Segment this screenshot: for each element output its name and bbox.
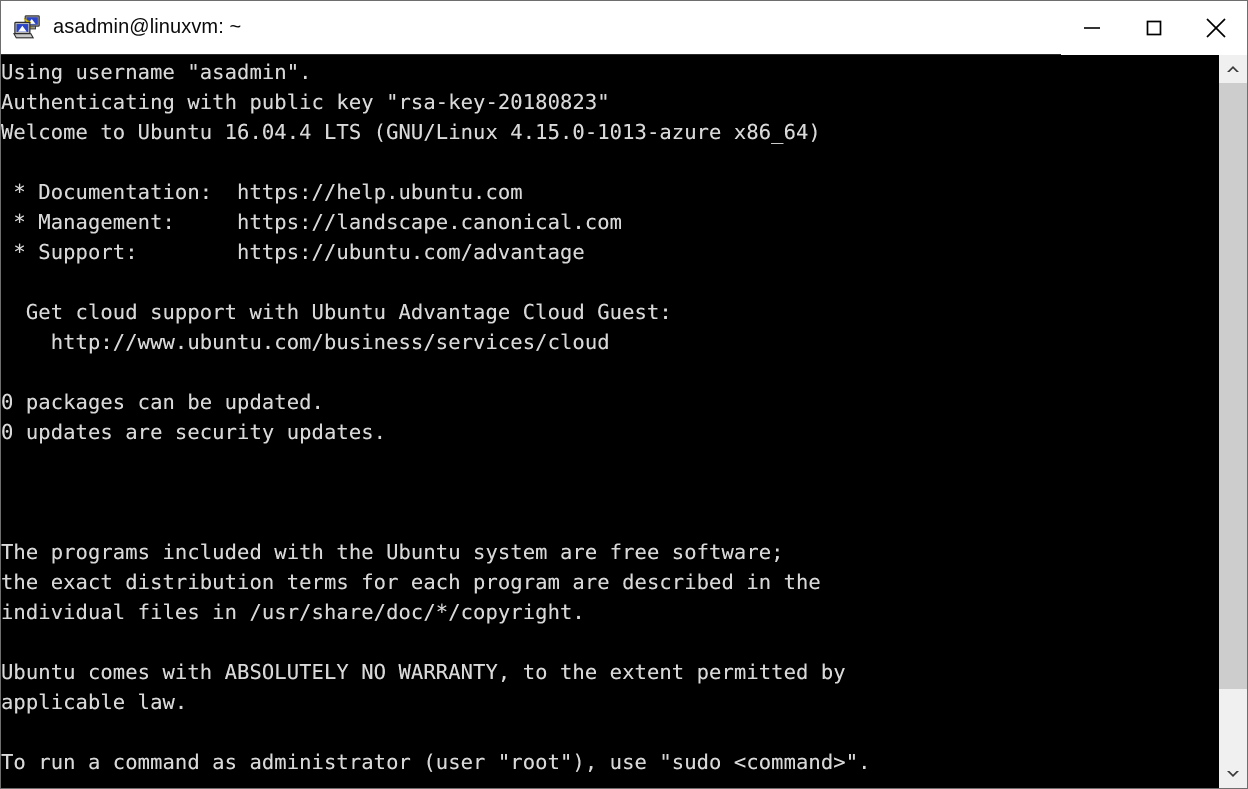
terminal-screen[interactable]: Using username "asadmin". Authenticating…	[1, 55, 1218, 788]
terminal-body: Using username "asadmin". Authenticating…	[1, 55, 1247, 788]
minimize-button[interactable]	[1061, 1, 1123, 55]
chevron-up-icon	[1227, 66, 1239, 72]
terminal-output: Using username "asadmin". Authenticating…	[1, 60, 871, 774]
maximize-icon	[1146, 20, 1162, 36]
window-titlebar[interactable]: asadmin@linuxvm: ~	[1, 1, 1247, 55]
maximize-button[interactable]	[1123, 1, 1185, 55]
scrollbar-down-button[interactable]	[1219, 760, 1247, 788]
scrollbar-track[interactable]	[1219, 83, 1247, 760]
scrollbar-up-button[interactable]	[1219, 55, 1247, 83]
minimize-icon	[1084, 27, 1100, 29]
window-controls	[1061, 1, 1247, 55]
terminal-scrollbar[interactable]	[1218, 55, 1247, 788]
close-icon	[1206, 18, 1226, 38]
window-title: asadmin@linuxvm: ~	[53, 16, 242, 38]
chevron-down-icon	[1227, 771, 1239, 777]
putty-terminal-window: asadmin@linuxvm: ~ Using username "asadm…	[0, 0, 1248, 789]
scrollbar-thumb[interactable]	[1219, 83, 1247, 689]
close-button[interactable]	[1185, 1, 1247, 55]
putty-terminal-icon	[13, 14, 40, 38]
